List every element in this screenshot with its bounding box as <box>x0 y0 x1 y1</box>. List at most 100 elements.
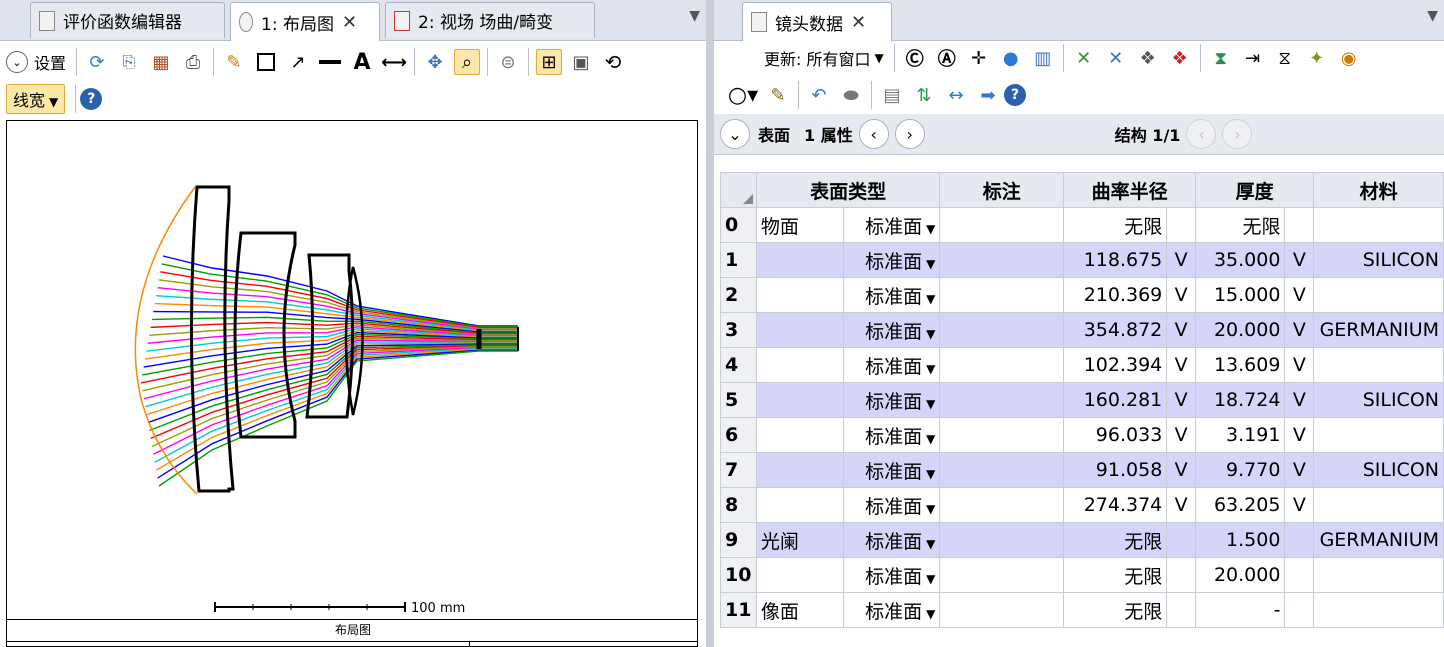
thickness-solve-cell[interactable] <box>1284 592 1315 628</box>
thickness-cell[interactable]: 35.000 <box>1195 242 1286 278</box>
material-cell[interactable]: GERMANIUM <box>1313 312 1444 348</box>
surface-index[interactable]: 1 <box>720 242 757 278</box>
surface-name-cell[interactable] <box>755 242 844 278</box>
tab-menu-icon[interactable]: ▼ <box>689 8 700 24</box>
line-icon[interactable] <box>317 49 343 75</box>
comment-cell[interactable] <box>939 592 1065 628</box>
thickness-cell[interactable]: - <box>1195 592 1286 628</box>
undo-icon[interactable]: ↶ <box>806 82 832 108</box>
thickness-cell[interactable]: 15.000 <box>1195 277 1286 313</box>
table-row[interactable]: 1 标准面 ▼ 118.675 V 35.000 V SILICON <box>720 242 1444 278</box>
dropdown-arrow-icon[interactable]: ▼ <box>926 327 935 341</box>
header-comment[interactable]: 标注 <box>939 172 1065 208</box>
dropdown-arrow-icon[interactable]: ▼ <box>926 432 935 446</box>
add-surface-icon[interactable]: ✕ <box>1071 45 1097 71</box>
surface-index[interactable]: 6 <box>720 417 757 453</box>
thickness-solve-cell[interactable]: V <box>1284 312 1315 348</box>
table-row[interactable]: 10 标准面 ▼ 无限 20.000 <box>720 557 1444 593</box>
rotate-icon[interactable]: ⟲ <box>600 49 626 75</box>
auto-icon[interactable]: Ⓐ <box>934 45 960 71</box>
dropdown-arrow-icon[interactable]: ▼ <box>926 362 935 376</box>
surface-index[interactable]: 4 <box>720 347 757 383</box>
surface-name-cell[interactable] <box>755 557 844 593</box>
pencil-icon[interactable]: ✎ <box>221 49 247 75</box>
surface-name-cell[interactable] <box>755 382 844 418</box>
surface-type-cell[interactable]: 标准面 ▼ <box>842 207 941 243</box>
thickness-solve-cell[interactable]: V <box>1284 417 1315 453</box>
material-cell[interactable]: SILICON <box>1313 382 1444 418</box>
thickness-cell[interactable]: 18.724 <box>1195 382 1286 418</box>
radius-cell[interactable]: 无限 <box>1063 557 1168 593</box>
radius-solve-cell[interactable] <box>1166 592 1197 628</box>
surface-index[interactable]: 3 <box>720 312 757 348</box>
grid-icon[interactable]: ⊞ <box>536 49 563 75</box>
surface-type-cell[interactable]: 标准面 ▼ <box>842 487 941 523</box>
pane-splitter[interactable] <box>706 0 714 647</box>
header-material[interactable]: 材料 <box>1313 172 1444 208</box>
settings-button[interactable]: ⌄ 设置 <box>6 50 66 74</box>
dropdown-arrow-icon[interactable]: ▼ <box>926 607 935 621</box>
save-icon[interactable]: ▦ <box>148 49 174 75</box>
surface-index[interactable]: 9 <box>720 522 757 558</box>
header-surface-type[interactable]: 表面类型 <box>755 172 941 208</box>
thickness-solve-cell[interactable]: V <box>1284 347 1315 383</box>
dropdown-arrow-icon[interactable]: ▼ <box>926 222 935 236</box>
cube-icon[interactable]: ❖ <box>1135 45 1161 71</box>
surface-type-cell[interactable]: 标准面 ▼ <box>842 522 941 558</box>
table-row[interactable]: 2 标准面 ▼ 210.369 V 15.000 V <box>720 277 1444 313</box>
next-surface-button[interactable]: › <box>894 119 925 149</box>
zoom-icon[interactable]: ⌕ <box>454 49 481 75</box>
comment-cell[interactable] <box>939 242 1065 278</box>
material-cell[interactable] <box>1313 487 1444 523</box>
thickness-solve-cell[interactable] <box>1284 557 1315 593</box>
surface-name-cell[interactable]: 光阑 <box>755 522 844 558</box>
radius-cell[interactable]: 160.281 <box>1063 382 1168 418</box>
thickness-solve-cell[interactable] <box>1284 207 1315 243</box>
dropdown-arrow-icon[interactable]: ▼ <box>926 537 935 551</box>
tab-menu-icon[interactable]: ▼ <box>1427 8 1438 24</box>
surface-type-cell[interactable]: 标准面 ▼ <box>842 277 941 313</box>
thickness-solve-cell[interactable]: V <box>1284 487 1315 523</box>
linewidth-dropdown[interactable]: 线宽 ▼ <box>6 84 66 114</box>
surface-type-cell[interactable]: 标准面 ▼ <box>842 417 941 453</box>
toggle-icon[interactable]: ⬬ <box>838 82 864 108</box>
material-cell[interactable]: GERMANIUM <box>1313 522 1444 558</box>
dropdown-arrow-icon[interactable]: ▼ <box>926 502 935 516</box>
layout-canvas[interactable]: 100 mm <box>6 120 698 620</box>
table-row[interactable]: 3 标准面 ▼ 354.872 V 20.000 V GERMANIUM <box>720 312 1444 348</box>
material-cell[interactable] <box>1313 417 1444 453</box>
text-icon[interactable]: A <box>349 49 375 75</box>
comment-cell[interactable] <box>939 522 1065 558</box>
material-cell[interactable] <box>1313 592 1444 628</box>
surface-index[interactable]: 7 <box>720 452 757 488</box>
thickness-solve-cell[interactable]: V <box>1284 452 1315 488</box>
radius-cell[interactable]: 354.872 <box>1063 312 1168 348</box>
thickness-cell[interactable]: 3.191 <box>1195 417 1286 453</box>
radius-cell[interactable]: 91.058 <box>1063 452 1168 488</box>
surface-name-cell[interactable] <box>755 417 844 453</box>
surface-type-cell[interactable]: 标准面 ▼ <box>842 452 941 488</box>
thickness-cell[interactable]: 20.000 <box>1195 557 1286 593</box>
thickness-cell[interactable]: 20.000 <box>1195 312 1286 348</box>
comment-cell[interactable] <box>939 557 1065 593</box>
pin-icon[interactable]: ✦ <box>1304 45 1330 71</box>
dimension-icon[interactable]: ⟷ <box>381 49 407 75</box>
radius-cell[interactable]: 96.033 <box>1063 417 1168 453</box>
radius-cell[interactable]: 无限 <box>1063 207 1168 243</box>
surface-index[interactable]: 2 <box>720 277 757 313</box>
library-icon[interactable]: ▥ <box>1030 45 1056 71</box>
thickness-cell[interactable]: 9.770 <box>1195 452 1286 488</box>
surface-type-cell[interactable]: 标准面 ▼ <box>842 592 941 628</box>
brush-icon[interactable]: ✎ <box>765 82 791 108</box>
comment-cell[interactable] <box>939 382 1065 418</box>
radius-solve-cell[interactable] <box>1166 522 1197 558</box>
radius-cell[interactable]: 118.675 <box>1063 242 1168 278</box>
arrow-line-icon[interactable]: ↗ <box>285 49 311 75</box>
radius-solve-cell[interactable]: V <box>1166 452 1197 488</box>
thickness-cell[interactable]: 63.205 <box>1195 487 1286 523</box>
surface-name-cell[interactable] <box>755 452 844 488</box>
arrow-right-lens-icon[interactable]: ⇥ <box>1240 45 1266 71</box>
thickness-solve-cell[interactable]: V <box>1284 382 1315 418</box>
material-cell[interactable]: SILICON <box>1313 452 1444 488</box>
tab-field-curvature[interactable]: 2: 视场 场曲/畸变 <box>385 2 595 38</box>
